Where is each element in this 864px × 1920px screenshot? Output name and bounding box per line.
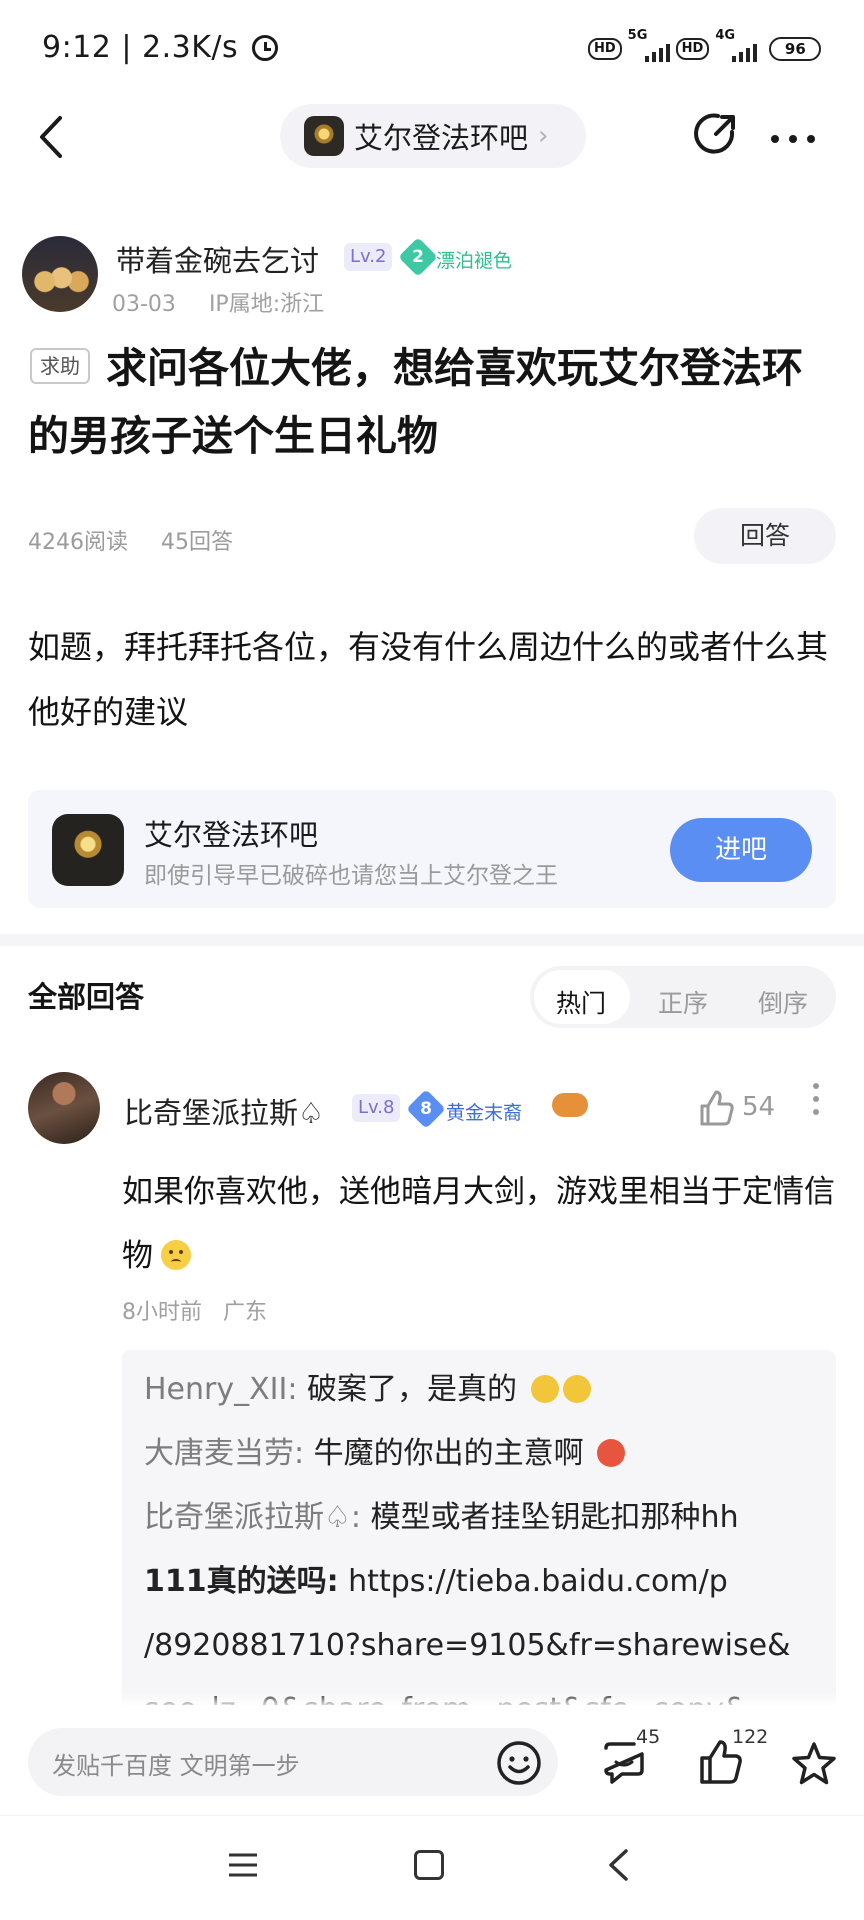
forum-card-slogan: 即使引导早已破碎也请您当上艾尔登之王 <box>144 863 558 889</box>
all-answers-heading: 全部回答 <box>28 980 145 1014</box>
reply-member-badge-number: 8 <box>420 1099 432 1119</box>
reply-like-button[interactable] <box>696 1088 736 1128</box>
back-button[interactable] <box>34 112 70 162</box>
reply-author-name[interactable]: 比奇堡派拉斯♤ <box>124 1090 324 1132</box>
sub-reply-text: https://tieba.baidu.com/p <box>338 1564 728 1599</box>
reply-text: 如果你喜欢他，送他暗月大剑，游戏里相当于定情信物 <box>122 1174 835 1274</box>
forum-header-name: 艾尔登法环吧 <box>354 121 529 155</box>
sub-reply-user[interactable]: 大唐麦当劳: <box>144 1436 304 1471</box>
sweat-emoji-icon <box>161 1240 191 1270</box>
signal-4g-icon: 4G <box>715 28 758 64</box>
gamepad-icon <box>552 1093 588 1117</box>
reply-level-badge: Lv.8 <box>352 1094 401 1122</box>
member-badge-number: 2 <box>412 247 424 267</box>
answer-button[interactable]: 回答 <box>694 508 836 564</box>
post-meta: 03-03 IP属地:浙江 <box>112 286 324 318</box>
status-indicators: HD 5G HD 4G 96 <box>588 28 822 64</box>
share-button[interactable] <box>692 110 740 158</box>
sub-reply-text: 牛魔的你出的主意啊 <box>304 1436 584 1471</box>
nav-menu-button[interactable] <box>228 1852 258 1878</box>
sort-asc-tab[interactable]: 正序 <box>658 984 708 1020</box>
reply-location: 广东 <box>223 1300 268 1325</box>
like-count: 122 <box>732 1726 769 1748</box>
forum-logo-icon <box>304 116 344 156</box>
sub-reply-user[interactable]: 111真的送吗: <box>144 1564 339 1599</box>
share-icon <box>694 113 735 154</box>
menu-icon <box>229 1853 257 1877</box>
sub-reply[interactable]: 比奇堡派拉斯♤: 模型或者挂坠钥匙扣那种hh <box>144 1498 824 1538</box>
hd-icon-2: HD <box>675 38 710 60</box>
sub-reply[interactable]: 111真的送吗: https://tieba.baidu.com/p <box>144 1562 824 1602</box>
level-badge: Lv.2 <box>344 243 393 271</box>
sub-reply[interactable]: 大唐麦当劳: 牛魔的你出的主意啊 <box>144 1434 824 1474</box>
author-name[interactable]: 带着金碗去乞讨 <box>116 238 319 280</box>
angry-emoji-icon <box>597 1439 626 1467</box>
forum-card-logo-icon <box>52 814 124 886</box>
post-ip: IP属地:浙江 <box>208 292 325 317</box>
member-title: 漂泊褪色 <box>436 250 513 272</box>
chevron-right-icon: › <box>538 121 549 151</box>
emoji-icon <box>530 1375 559 1403</box>
more-dots-icon <box>771 135 815 143</box>
answer-count: 45回答 <box>161 530 233 555</box>
clock-icon <box>252 35 279 61</box>
status-time-text: 9:12 | 2.3K/s <box>42 30 239 65</box>
sub-reply-text: 模型或者挂坠钥匙扣那种hh <box>361 1500 739 1535</box>
nav-back-button[interactable] <box>606 1848 630 1882</box>
nav-home-button[interactable] <box>414 1850 444 1880</box>
help-tag: 求助 <box>30 348 90 384</box>
post-title: 求问各位大佬，想给喜欢玩艾尔登法环的男孩子送个生日礼物 <box>28 344 803 460</box>
more-menu-button[interactable] <box>770 118 816 148</box>
enter-forum-button[interactable]: 进吧 <box>670 818 812 882</box>
smile-icon <box>497 1741 541 1785</box>
status-time: 9:12 | 2.3K/s <box>42 30 279 65</box>
forum-header-link[interactable]: 艾尔登法环吧 › <box>280 104 586 168</box>
emoji-icon <box>562 1375 591 1403</box>
forum-card-name: 艾尔登法环吧 <box>144 818 319 852</box>
read-count: 4246阅读 <box>28 530 128 555</box>
favorite-button[interactable] <box>790 1740 838 1788</box>
back-arrow-icon <box>609 1849 628 1881</box>
emoji-button[interactable] <box>496 1740 542 1786</box>
section-divider <box>0 934 864 946</box>
star-icon <box>792 1742 836 1785</box>
signal-5g-icon: 5G <box>628 28 670 64</box>
comment-input-placeholder[interactable]: 发贴千百度 文明第一步 <box>52 1746 300 1781</box>
sub-reply-user[interactable]: Henry_XII: <box>144 1372 297 1407</box>
battery-icon: 96 <box>769 37 822 61</box>
sub-reply-text: 破案了，是真的 <box>297 1372 518 1407</box>
sub-reply[interactable]: Henry_XII: 破案了，是真的 <box>144 1370 824 1410</box>
thumbs-up-icon <box>700 1090 734 1126</box>
reply-time: 8小时前 <box>122 1300 202 1325</box>
reply-more-button[interactable] <box>812 1082 820 1116</box>
sort-hot-tab[interactable]: 热门 <box>556 984 606 1020</box>
sub-reply-continuation: /8920881710?share=9105&fr=sharewise& <box>144 1626 824 1666</box>
post-body: 如题，拜托拜托各位，有没有什么周边什么的或者什么其他好的建议 <box>28 628 829 731</box>
sub-reply-text: /8920881710?share=9105&fr=sharewise& <box>144 1628 791 1663</box>
reply-meta: 8小时前 广东 <box>122 1294 267 1326</box>
post-date: 03-03 <box>112 292 176 317</box>
reply-avatar[interactable] <box>28 1072 100 1144</box>
vertical-dots-icon <box>813 1083 819 1115</box>
reply-member-title: 黄金末裔 <box>446 1102 523 1124</box>
sort-desc-tab[interactable]: 倒序 <box>758 984 808 1020</box>
comment-count: 45 <box>636 1726 661 1748</box>
sub-reply-user[interactable]: 比奇堡派拉斯♤: <box>144 1500 361 1535</box>
reply-like-count: 54 <box>742 1092 776 1122</box>
author-avatar[interactable] <box>22 236 98 312</box>
post-stats: 4246阅读 45回答 <box>28 524 233 556</box>
back-arrow-icon <box>40 116 62 158</box>
hd-icon: HD <box>588 38 622 60</box>
